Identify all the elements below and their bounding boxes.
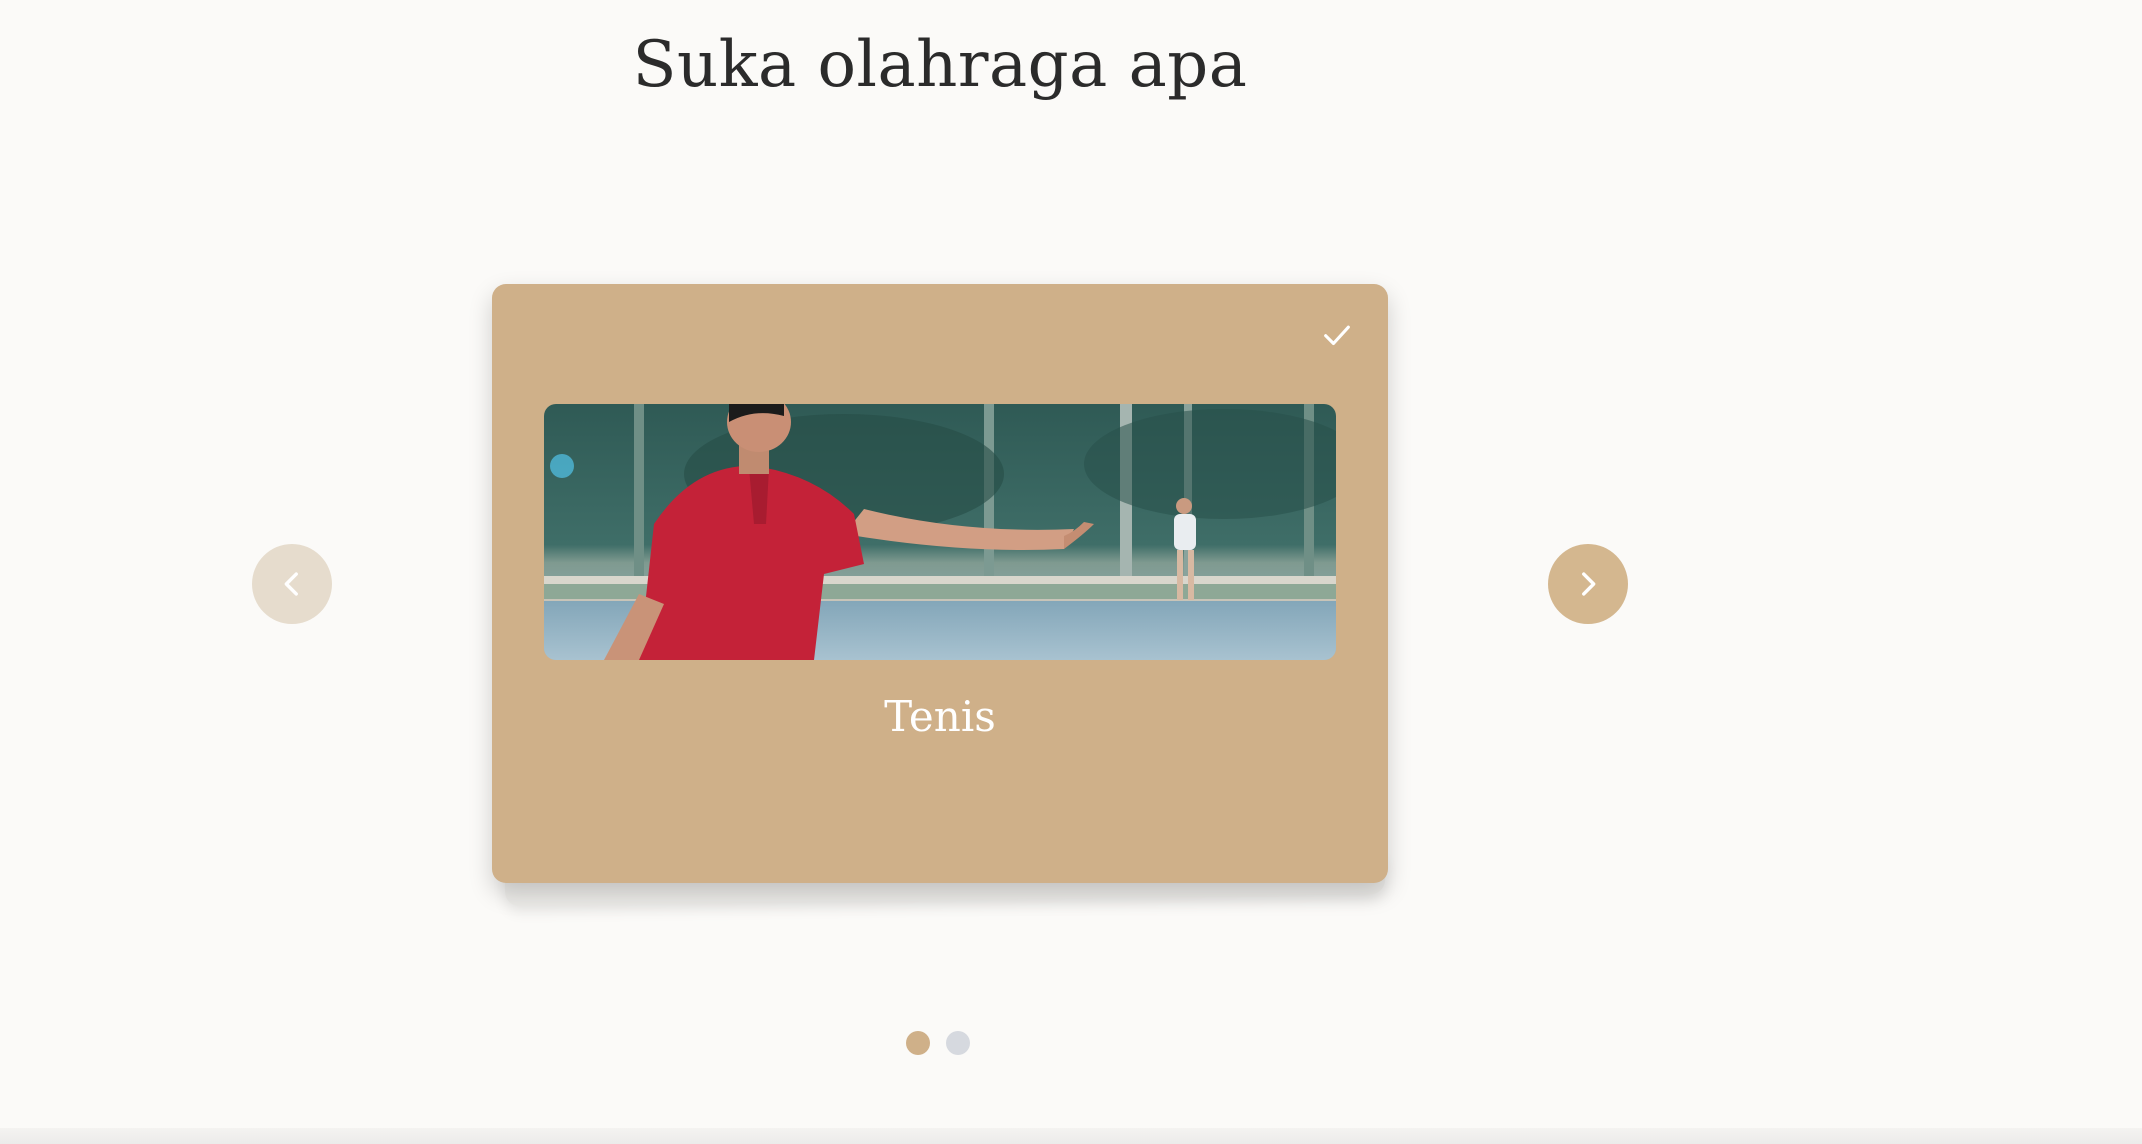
- check-icon: [1324, 325, 1350, 346]
- prev-button[interactable]: [252, 544, 332, 624]
- page: Suka olahraga apa Tenis: [0, 0, 2142, 1144]
- card-label: Tenis: [884, 692, 996, 741]
- pagination-dot-2[interactable]: [946, 1031, 970, 1055]
- tennis-player-photo: [544, 404, 1336, 660]
- carousel-pagination: [906, 1031, 970, 1055]
- page-footer-edge: [0, 1128, 2142, 1144]
- pagination-dot-1[interactable]: [906, 1031, 930, 1055]
- next-button[interactable]: [1548, 544, 1628, 624]
- page-title: Suka olahraga apa: [632, 28, 1248, 102]
- chevron-left-icon: [284, 572, 298, 596]
- chevron-right-icon: [1582, 572, 1596, 596]
- sport-option-card[interactable]: Tenis: [492, 284, 1388, 883]
